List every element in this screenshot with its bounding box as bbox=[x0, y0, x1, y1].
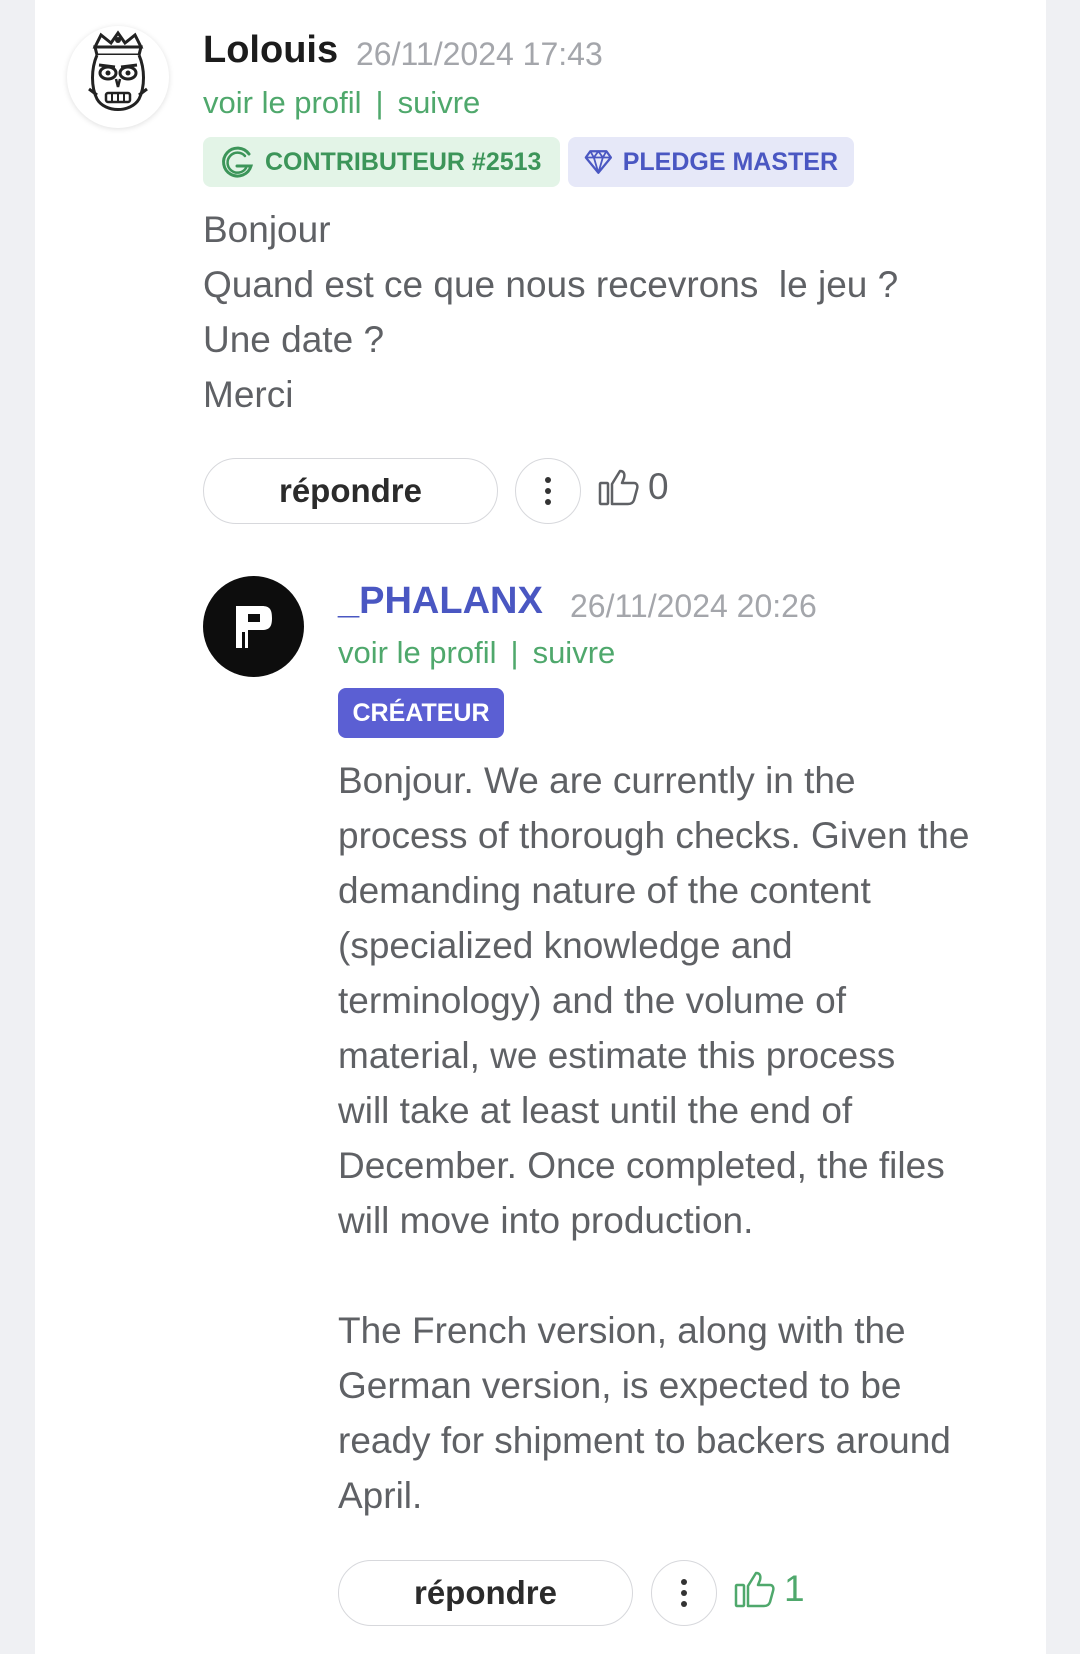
contributor-badge: CONTRIBUTEUR #2513 bbox=[203, 137, 560, 187]
reply-timestamp: 26/11/2024 20:26 bbox=[570, 588, 817, 624]
reply-user-links: voir le profil | suivre bbox=[338, 635, 615, 671]
avatar-lolouis[interactable] bbox=[67, 26, 169, 128]
like-button[interactable]: 1 bbox=[734, 1568, 805, 1610]
like-button[interactable]: 0 bbox=[598, 466, 669, 508]
comment-username[interactable]: Lolouis bbox=[203, 29, 338, 72]
comment-text: Bonjour Quand est ce que nous recevrons … bbox=[203, 209, 899, 415]
contributor-g-icon bbox=[222, 146, 254, 178]
creator-badge: CRÉATEUR bbox=[338, 688, 504, 738]
diamond-icon bbox=[584, 150, 613, 174]
reply-text: Bonjour. We are currently in the process… bbox=[338, 760, 970, 1516]
thumbs-up-icon bbox=[598, 469, 639, 506]
view-profile-link[interactable]: voir le profil bbox=[203, 85, 362, 120]
vertical-ellipsis-icon bbox=[681, 1579, 687, 1607]
comment-user-links: voir le profil | suivre bbox=[203, 85, 480, 121]
like-count: 0 bbox=[648, 466, 669, 507]
link-separator: | bbox=[510, 635, 519, 670]
follow-link[interactable]: suivre bbox=[533, 635, 616, 670]
more-options-button[interactable] bbox=[651, 1560, 717, 1626]
follow-link[interactable]: suivre bbox=[398, 85, 481, 120]
thumbs-up-icon bbox=[734, 1571, 775, 1608]
phalanx-logo-icon bbox=[235, 605, 272, 648]
reply-username[interactable]: _PHALANX bbox=[338, 580, 543, 623]
creator-badge-label: CRÉATEUR bbox=[352, 698, 490, 727]
reply-button[interactable]: répondre bbox=[203, 458, 498, 524]
comment-timestamp: 26/11/2024 17:43 bbox=[356, 36, 603, 72]
pledge-master-badge: PLEDGE MASTER bbox=[568, 137, 854, 187]
more-options-button[interactable] bbox=[515, 458, 581, 524]
vertical-ellipsis-icon bbox=[545, 477, 551, 505]
cartoon-face-icon bbox=[88, 30, 148, 111]
reply-button[interactable]: répondre bbox=[338, 1560, 633, 1626]
contributor-badge-label: CONTRIBUTEUR #2513 bbox=[265, 147, 542, 176]
avatar-phalanx[interactable] bbox=[203, 576, 304, 677]
like-count: 1 bbox=[784, 1568, 805, 1609]
view-profile-link[interactable]: voir le profil bbox=[338, 635, 497, 670]
pledge-master-badge-label: PLEDGE MASTER bbox=[622, 147, 838, 176]
link-separator: | bbox=[375, 85, 384, 120]
